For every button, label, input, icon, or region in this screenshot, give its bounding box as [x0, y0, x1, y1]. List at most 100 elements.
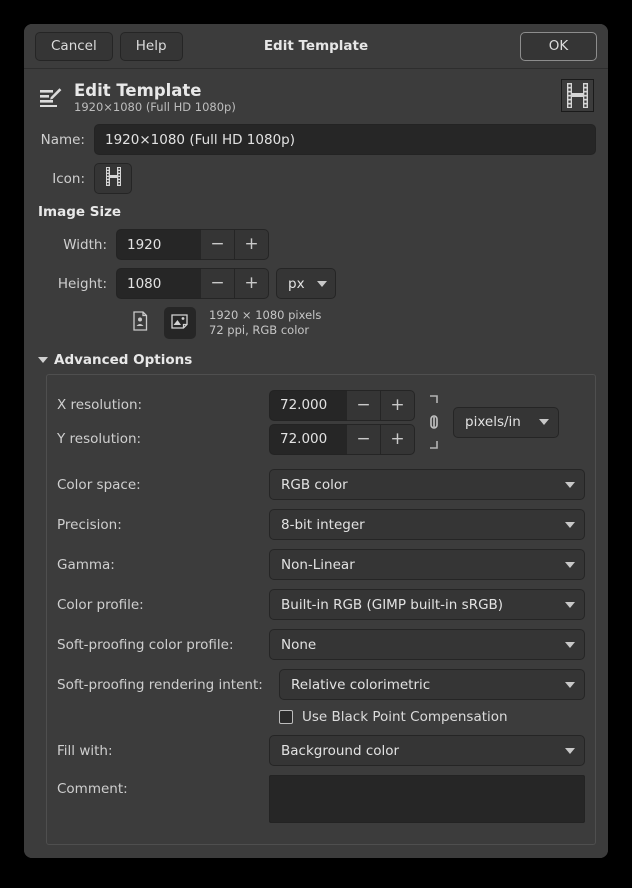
film-strip-icon: [103, 166, 124, 191]
black-point-compensation-label: Use Black Point Compensation: [302, 709, 508, 725]
resolution-unit-dropdown[interactable]: pixels/in: [453, 407, 559, 438]
size-unit-dropdown[interactable]: px: [276, 268, 336, 299]
spacer: [57, 455, 585, 469]
icon-row: Icon:: [36, 163, 596, 194]
advanced-options-expander[interactable]: Advanced Options: [38, 352, 596, 368]
icon-picker-button[interactable]: [94, 163, 132, 194]
chevron-down-icon: [565, 522, 575, 528]
soft-proofing-profile-row: Soft-proofing color profile: None: [57, 629, 585, 660]
advanced-options-label: Advanced Options: [54, 352, 192, 368]
name-label: Name:: [36, 132, 94, 148]
image-size-info-line1: 1920 × 1080 pixels: [209, 308, 321, 323]
color-space-row: Color space: RGB color: [57, 469, 585, 500]
portrait-orientation-button[interactable]: [124, 307, 156, 339]
soft-proofing-intent-label: Soft-proofing rendering intent:: [57, 677, 279, 693]
black-point-compensation-row: Use Black Point Compensation: [279, 709, 585, 725]
chain-link-icon[interactable]: [423, 389, 445, 455]
color-space-label: Color space:: [57, 477, 269, 493]
comment-label: Comment:: [57, 775, 269, 797]
chevron-down-icon: [565, 748, 575, 754]
color-space-value: RGB color: [281, 477, 348, 493]
resolution-rows: X resolution: 72.000 − + Y resolution: 7…: [57, 390, 415, 455]
resolution-block: X resolution: 72.000 − + Y resolution: 7…: [57, 389, 585, 455]
color-profile-dropdown[interactable]: Built-in RGB (GIMP built-in sRGB): [269, 589, 585, 620]
comment-textarea[interactable]: [269, 775, 585, 823]
soft-proofing-profile-label: Soft-proofing color profile:: [57, 637, 269, 653]
soft-proofing-profile-dropdown[interactable]: None: [269, 629, 585, 660]
width-input[interactable]: 1920: [116, 229, 201, 260]
width-decrement-button[interactable]: −: [201, 229, 235, 260]
landscape-icon: [170, 312, 190, 334]
y-resolution-increment-button[interactable]: +: [381, 424, 415, 455]
width-row: Width: 1920 − +: [36, 229, 596, 260]
soft-proofing-intent-value: Relative colorimetric: [291, 677, 430, 693]
x-resolution-row: X resolution: 72.000 − +: [57, 390, 415, 421]
soft-proofing-intent-row: Soft-proofing rendering intent: Relative…: [57, 669, 585, 700]
edit-template-icon: [38, 85, 64, 111]
gamma-label: Gamma:: [57, 557, 269, 573]
color-profile-value: Built-in RGB (GIMP built-in sRGB): [281, 597, 503, 613]
black-point-compensation-checkbox[interactable]: [279, 710, 293, 724]
color-space-dropdown[interactable]: RGB color: [269, 469, 585, 500]
soft-proofing-profile-value: None: [281, 637, 316, 653]
x-resolution-input[interactable]: 72.000: [269, 390, 347, 421]
height-row: Height: 1080 − + px: [36, 268, 596, 299]
image-size-info-line2: 72 ppi, RGB color: [209, 323, 321, 338]
landscape-orientation-button[interactable]: [164, 307, 196, 339]
page-title: Edit Template: [74, 81, 561, 100]
height-increment-button[interactable]: +: [235, 268, 269, 299]
chevron-down-icon: [565, 642, 575, 648]
x-resolution-label: X resolution:: [57, 397, 269, 413]
help-button-label: Help: [136, 38, 167, 54]
chevron-down-icon: [539, 419, 549, 425]
x-resolution-increment-button[interactable]: +: [381, 390, 415, 421]
chevron-down-icon: [565, 602, 575, 608]
size-unit-value: px: [288, 276, 305, 292]
cancel-button[interactable]: Cancel: [35, 32, 113, 61]
edit-template-dialog: Cancel Help OK Edit Template Ed: [24, 24, 608, 858]
height-decrement-button[interactable]: −: [201, 268, 235, 299]
dialog-titlebar: Cancel Help OK Edit Template: [24, 24, 608, 69]
chevron-down-icon: [317, 281, 327, 287]
y-resolution-label: Y resolution:: [57, 431, 269, 447]
soft-proofing-intent-dropdown[interactable]: Relative colorimetric: [279, 669, 585, 700]
help-button[interactable]: Help: [120, 32, 183, 61]
x-resolution-decrement-button[interactable]: −: [347, 390, 381, 421]
precision-label: Precision:: [57, 517, 269, 533]
gamma-row: Gamma: Non-Linear: [57, 549, 585, 580]
gamma-value: Non-Linear: [281, 557, 355, 573]
ok-button[interactable]: OK: [520, 32, 597, 61]
dialog-header: Edit Template 1920×1080 (Full HD 1080p): [36, 69, 596, 124]
triangle-down-icon: [38, 357, 48, 363]
comment-row: Comment:: [57, 775, 585, 823]
width-increment-button[interactable]: +: [235, 229, 269, 260]
name-input[interactable]: 1920×1080 (Full HD 1080p): [94, 124, 596, 155]
fill-with-value: Background color: [281, 743, 399, 759]
width-label: Width:: [36, 237, 116, 253]
y-resolution-input[interactable]: 72.000: [269, 424, 347, 455]
fill-with-row: Fill with: Background color: [57, 735, 585, 766]
fill-with-dropdown[interactable]: Background color: [269, 735, 585, 766]
height-input[interactable]: 1080: [116, 268, 201, 299]
color-profile-label: Color profile:: [57, 597, 269, 613]
precision-value: 8-bit integer: [281, 517, 365, 533]
gamma-dropdown[interactable]: Non-Linear: [269, 549, 585, 580]
chevron-down-icon: [565, 482, 575, 488]
chevron-down-icon: [565, 682, 575, 688]
height-label: Height:: [36, 276, 116, 292]
width-spinner: 1920 − +: [116, 229, 269, 260]
orientation-and-info: 1920 × 1080 pixels 72 ppi, RGB color: [124, 307, 596, 339]
dialog-header-text: Edit Template 1920×1080 (Full HD 1080p): [74, 81, 561, 115]
film-strip-icon: [561, 79, 594, 116]
precision-row: Precision: 8-bit integer: [57, 509, 585, 540]
fill-with-label: Fill with:: [57, 743, 269, 759]
x-resolution-spinner: 72.000 − +: [269, 390, 415, 421]
dialog-content: Edit Template 1920×1080 (Full HD 1080p): [24, 69, 608, 858]
resolution-unit-value: pixels/in: [465, 414, 521, 430]
portrait-icon: [131, 311, 149, 335]
y-resolution-decrement-button[interactable]: −: [347, 424, 381, 455]
height-spinner: 1080 − +: [116, 268, 269, 299]
y-resolution-spinner: 72.000 − +: [269, 424, 415, 455]
precision-dropdown[interactable]: 8-bit integer: [269, 509, 585, 540]
color-profile-row: Color profile: Built-in RGB (GIMP built-…: [57, 589, 585, 620]
